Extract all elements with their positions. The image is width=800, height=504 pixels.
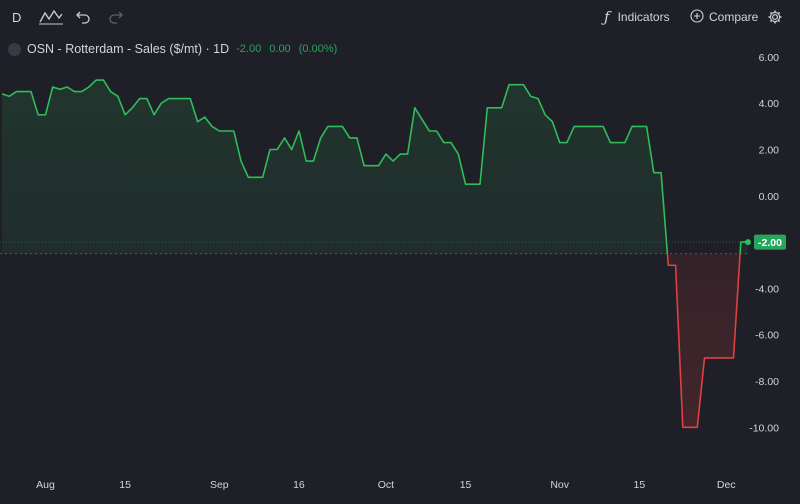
y-tick-label: -4.00	[755, 283, 779, 295]
series-line-below	[666, 253, 741, 429]
x-tick-label: Sep	[210, 479, 229, 491]
x-tick-label: Dec	[717, 479, 736, 491]
settings-gear-icon[interactable]	[767, 7, 783, 27]
undo-icon[interactable]	[75, 7, 91, 27]
y-tick-label: 0.00	[759, 191, 780, 203]
x-tick-label: 15	[634, 479, 646, 491]
x-tick-label: 16	[293, 479, 305, 491]
chart-type-icon[interactable]	[38, 7, 64, 27]
symbol-button[interactable]: D	[12, 7, 21, 27]
function-icon: ƒ	[604, 8, 610, 26]
series-line-above	[1, 79, 748, 254]
compare-label: Compare	[709, 10, 759, 24]
y-tick-label: -2.00	[755, 237, 779, 249]
compare-button[interactable]: Compare	[690, 7, 758, 27]
legend-last-value: -2.00	[236, 43, 262, 55]
y-tick-label: 4.00	[759, 98, 780, 110]
chart-legend: OSN - Rotterdam - Sales ($/mt) · 1D -2.0…	[8, 41, 342, 57]
plus-circle-icon	[690, 8, 704, 26]
y-tick-label: -10.00	[749, 422, 779, 434]
legend-change: 0.00	[269, 43, 291, 55]
y-tick-label: 6.00	[759, 52, 780, 64]
last-value-badge	[754, 234, 786, 250]
area-fill-below	[2, 253, 748, 428]
legend-change-pct: (0.00%)	[298, 43, 338, 55]
redo-icon[interactable]	[108, 7, 124, 27]
x-tick-label: 15	[119, 479, 131, 491]
legend-values: -2.00 0.00 (0.00%)	[236, 43, 342, 55]
price-chart: 6.00 4.00 2.00 0.00 -2.00 -4.00 -6.00 -8.00 -10.…	[0, 52, 786, 491]
legend-title: OSN - Rotterdam - Sales ($/mt) · 1D	[27, 42, 230, 56]
y-tick-label: -6.00	[755, 330, 779, 342]
last-point-marker	[745, 239, 751, 246]
indicators-button[interactable]: ƒ Indicators	[604, 7, 670, 27]
indicators-label: Indicators	[617, 10, 670, 24]
y-tick-label: -8.00	[755, 376, 779, 388]
area-fill-above	[2, 80, 748, 254]
x-tick-label: Nov	[550, 479, 569, 491]
y-tick-label: 2.00	[759, 145, 780, 157]
x-tick-label: 15	[460, 479, 472, 491]
x-tick-label: Aug	[36, 479, 55, 491]
symbol-logo-icon	[8, 42, 21, 56]
x-tick-label: Oct	[378, 479, 394, 491]
top-toolbar: D ƒ Indicators Compare	[0, 0, 800, 34]
last-value-label: -2.00	[758, 237, 782, 249]
